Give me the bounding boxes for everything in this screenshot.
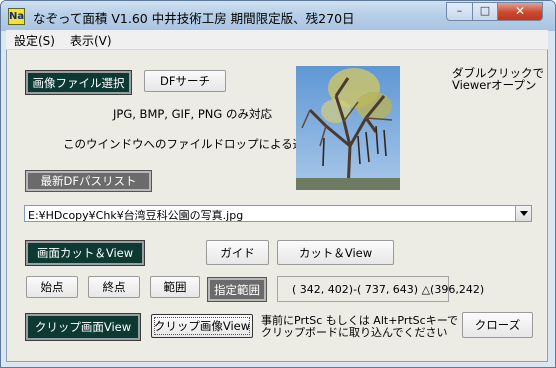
- close-window-button[interactable]: ✕: [497, 2, 543, 21]
- file-path-combobox[interactable]: E:¥HDcopy¥Chk¥台湾豆科公園の写真.jpg: [24, 205, 532, 222]
- coordinate-readout: ( 342, 402)-( 737, 643) △(396,242): [292, 283, 485, 296]
- clip-image-view-button[interactable]: クリップ画像View: [151, 314, 253, 338]
- cut-and-view-button[interactable]: カット＆View: [277, 240, 394, 265]
- maximize-icon: □: [479, 4, 491, 17]
- title-bar[interactable]: Na なぞって面積 V1.60 中井技術工房 期間限定版、残270日 – □ ✕: [1, 1, 555, 31]
- clip-screen-view-button[interactable]: クリップ画面View: [25, 313, 141, 341]
- guide-button[interactable]: ガイド: [206, 240, 269, 265]
- cut-view-button[interactable]: 画面カット＆View: [25, 240, 145, 266]
- tree-photo: [296, 66, 400, 190]
- menu-bar: 設定(S) 表示(V): [6, 30, 548, 50]
- menu-settings[interactable]: 設定(S): [14, 32, 55, 49]
- close-button[interactable]: クローズ: [462, 312, 533, 338]
- file-path-value: E:¥HDcopy¥Chk¥台湾豆科公園の写真.jpg: [28, 209, 244, 222]
- maximize-button[interactable]: □: [472, 2, 498, 21]
- menu-view[interactable]: 表示(V): [70, 32, 112, 49]
- app-icon[interactable]: Na: [8, 8, 25, 25]
- recent-df-list-button[interactable]: 最新DFパスリスト: [25, 170, 152, 192]
- coordinate-readout-box: ( 342, 402)-( 737, 643) △(396,242): [277, 276, 484, 302]
- prtsc-hint-line2: クリップボードに取り込んでください: [261, 326, 448, 339]
- double-click-hint-line2: Viewerオープン: [452, 78, 537, 92]
- range-button[interactable]: 範囲: [150, 276, 200, 298]
- minimize-icon: –: [456, 4, 463, 17]
- specified-range-button[interactable]: 指定範囲: [207, 277, 267, 302]
- drop-hint-label: このウインドウへのファイルドロップによる選択可: [63, 137, 328, 151]
- minimize-button[interactable]: –: [446, 2, 473, 21]
- start-point-button[interactable]: 始点: [26, 276, 78, 298]
- formats-label: JPG, BMP, GIF, PNG のみ対応: [113, 107, 272, 121]
- end-point-button[interactable]: 終点: [88, 276, 140, 298]
- dropdown-arrow-icon[interactable]: [515, 206, 531, 221]
- open-image-button[interactable]: 画像ファイル選択: [25, 70, 132, 95]
- close-icon: ✕: [514, 4, 526, 18]
- window-title: なぞって面積 V1.60 中井技術工房 期間限定版、残270日: [33, 11, 355, 26]
- df-search-button[interactable]: DFサーチ: [144, 70, 226, 92]
- image-preview[interactable]: [296, 66, 400, 190]
